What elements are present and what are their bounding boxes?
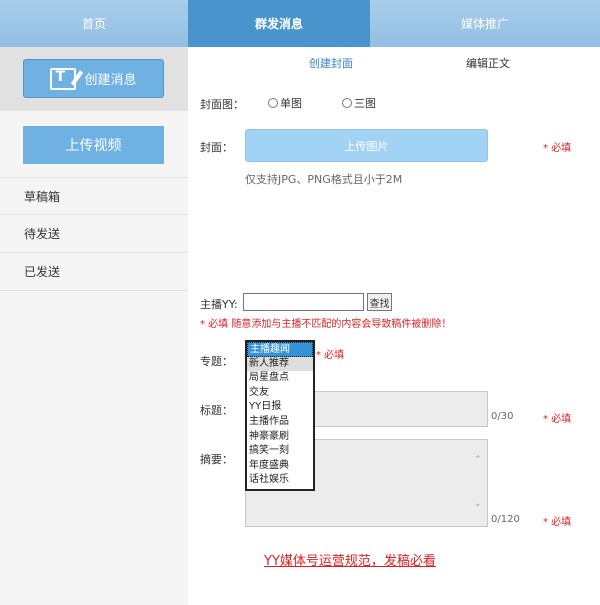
host-yy-input[interactable] — [243, 293, 364, 311]
cover-label: 封面： — [200, 141, 233, 154]
format-hint: 仅支持JPG、PNG格式且小于2M — [245, 173, 403, 186]
radio-single-image[interactable]: 单图 — [268, 95, 302, 111]
upload-video-button[interactable]: 上传视频 — [23, 126, 164, 164]
tab-media-promotion[interactable]: 媒体推广 — [370, 0, 600, 47]
required-mark: * 必填 — [543, 143, 572, 154]
tab-edit-body[interactable]: 编辑正文 — [466, 55, 510, 71]
topic-option[interactable]: 局星盘点 — [247, 371, 313, 386]
radio-three-images[interactable]: 三图 — [342, 95, 376, 111]
host-yy-label: 主播YY: — [200, 298, 238, 311]
upload-image-button[interactable]: 上传图片 — [245, 129, 488, 162]
host-warning: * 必填 随意添加与主播不匹配的内容会导致稿件被删除！ — [200, 319, 452, 330]
tab-mass-message[interactable]: 群发消息 — [188, 0, 370, 47]
search-button[interactable]: 查找 — [367, 293, 392, 311]
scroll-up-icon[interactable]: ⌃ — [474, 456, 483, 465]
topic-option[interactable]: 主播趣闻 — [247, 342, 313, 357]
topic-option[interactable]: YY日报 — [247, 400, 313, 415]
edit-text-icon — [50, 67, 77, 90]
title-label: 标题： — [200, 404, 233, 417]
rules-link[interactable]: YY媒体号运营规范，发稿必看 — [264, 550, 436, 569]
topic-option[interactable]: 交友 — [247, 386, 313, 401]
radio-single-label: 单图 — [280, 97, 302, 110]
create-message-button[interactable]: 创建消息 — [23, 59, 164, 98]
scroll-down-icon[interactable]: ⌄ — [474, 500, 483, 509]
title-char-count: 0/30 — [491, 411, 514, 422]
topic-label: 专题： — [200, 355, 233, 368]
create-message-label: 创建消息 — [84, 73, 137, 88]
topic-option[interactable]: 搞笑一刻 — [247, 444, 313, 459]
cover-type-label: 封面图： — [200, 98, 244, 111]
sidebar: 创建消息 上传视频 草稿箱 待发送 已发送 — [0, 47, 188, 605]
required-mark: * 必填 — [316, 350, 345, 361]
required-mark: * 必填 — [543, 414, 572, 425]
topic-option[interactable]: 神豪豪刷 — [247, 430, 313, 445]
required-mark: * 必填 — [543, 517, 572, 528]
topic-option[interactable]: 主播作品 — [247, 415, 313, 430]
sidebar-item-drafts[interactable]: 草稿箱 — [0, 177, 188, 215]
summary-label: 摘要： — [200, 453, 233, 466]
topic-option[interactable]: 话社娱乐 — [247, 473, 313, 488]
topic-listbox[interactable]: 主播趣闻 新人推荐 局星盘点 交友 YY日报 主播作品 神豪豪刷 搞笑一刻 年度… — [245, 340, 315, 491]
radio-triple-label: 三图 — [354, 97, 376, 110]
tab-create-cover[interactable]: 创建封面 — [309, 55, 353, 71]
main-content: 创建封面 编辑正文 封面图： 单图 三图 封面： 上传图片 * 必填 仅支持JP… — [188, 47, 600, 605]
radio-circle — [268, 98, 278, 108]
summary-char-count: 0/120 — [491, 514, 520, 525]
sidebar-item-pending[interactable]: 待发送 — [0, 215, 188, 253]
radio-circle — [342, 98, 352, 108]
sidebar-item-sent[interactable]: 已发送 — [0, 253, 188, 291]
tab-home[interactable]: 首页 — [0, 0, 188, 47]
topic-option[interactable]: 新人推荐 — [247, 356, 313, 372]
topic-option[interactable]: 年度盛典 — [247, 459, 313, 474]
top-nav: 首页 群发消息 媒体推广 — [0, 0, 600, 47]
